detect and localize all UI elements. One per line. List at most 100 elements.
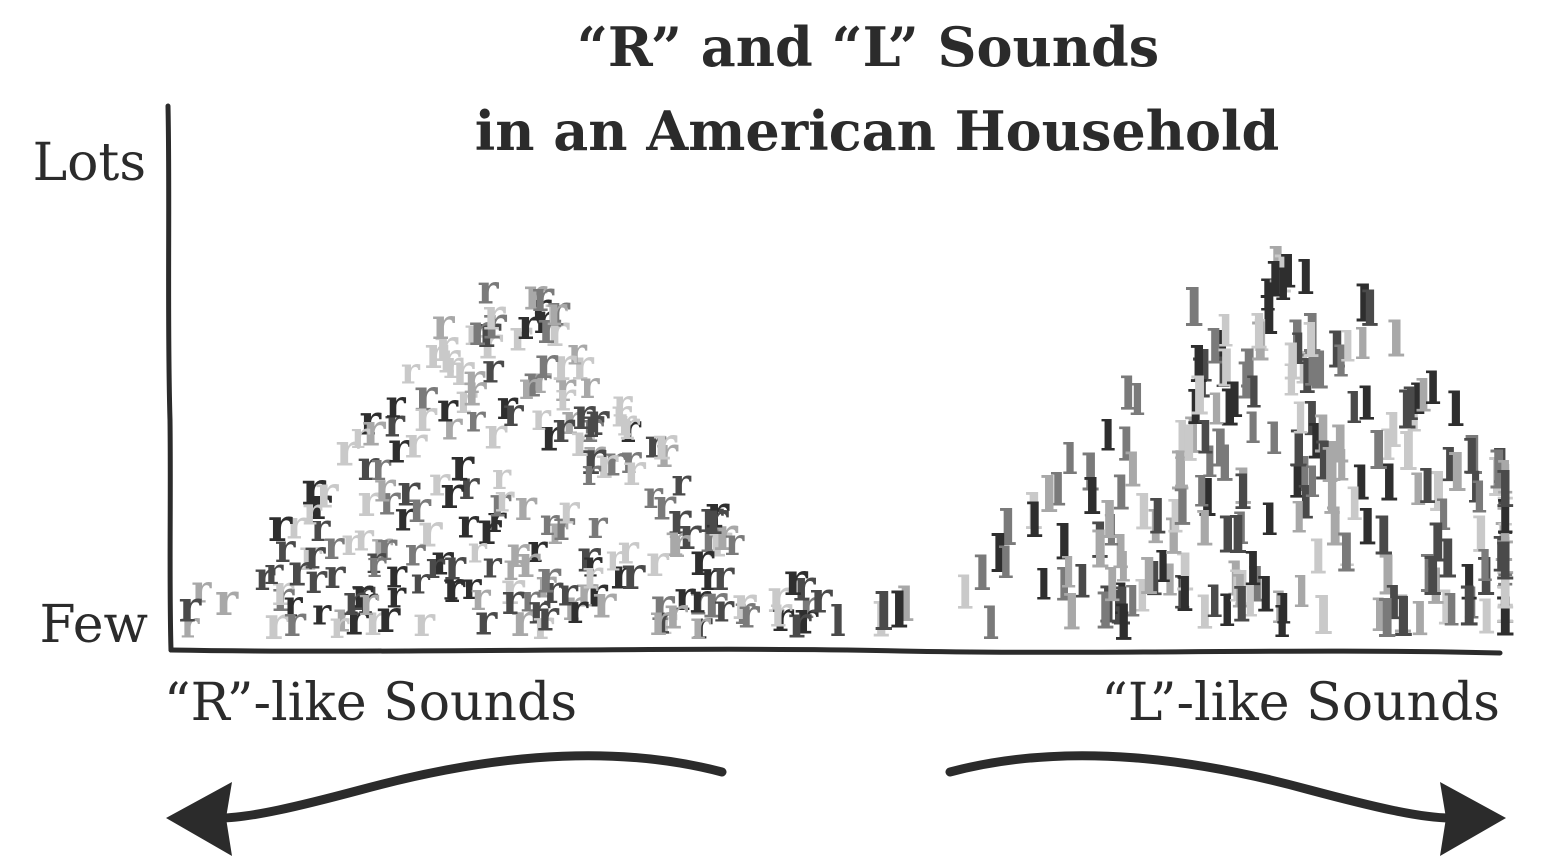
l-sound-mark: l (1036, 561, 1052, 609)
l-sound-mark: l (1274, 598, 1290, 647)
r-sound-mark: r (330, 603, 350, 647)
r-sound-mark: r (714, 586, 735, 631)
r-sound-mark: r (690, 533, 715, 586)
l-sound-mark: l (1139, 548, 1158, 606)
l-sound-mark: l (1225, 374, 1243, 429)
l-sound-mark: l (1100, 413, 1116, 461)
l-sound-mark: l (1275, 261, 1291, 311)
y-axis-bottom-label: Few (39, 595, 148, 655)
l-sound-mark: l (1297, 251, 1314, 305)
r-sound-mark: r (646, 537, 670, 587)
l-sound-mark: l (1283, 334, 1302, 392)
l-sound-mark: l (1149, 491, 1167, 546)
r-sound-mark: r (386, 381, 407, 426)
l-sound-mark: l (1292, 395, 1308, 444)
l-sound-mark: l (1419, 460, 1436, 514)
l-sound-mark: l (1233, 579, 1251, 634)
r-sound-mark: r (515, 481, 538, 530)
r-sound-mark: r (377, 590, 402, 643)
l-sound-mark: l (1459, 578, 1479, 639)
r-sound-mark: r (374, 463, 397, 511)
l-sound-mark: l (1443, 587, 1459, 637)
r-sound-mark: r (471, 574, 492, 619)
l-sound-mark: l (1184, 279, 1203, 339)
r-sound-mark: r (264, 551, 284, 593)
l-sound-mark: l (1438, 530, 1457, 590)
r-sound-mark: r (405, 529, 426, 575)
l-sound-mark: l (1190, 367, 1209, 427)
l-sound-mark: l (1246, 368, 1262, 417)
r-sound-mark: r (653, 416, 678, 470)
l-sound-mark: l (1477, 542, 1493, 591)
l-sound-mark: l (1447, 444, 1466, 504)
l-sound-mark: l (1294, 568, 1310, 617)
l-sound-mark: l (1321, 439, 1338, 493)
r-sound-mark: r (429, 459, 451, 506)
l-sound-mark: l (1062, 586, 1080, 642)
l-sound-mark: l (1114, 596, 1132, 652)
r-sound-mark: r (623, 446, 647, 496)
l-sound-mark: l (1369, 422, 1388, 482)
right-arrow (945, 751, 1506, 856)
l-sound-mark: l (1173, 481, 1191, 537)
l-sound-mark: l (1309, 531, 1326, 585)
l-sound-mark: l (1291, 495, 1307, 543)
l-sound-mark: l (1119, 367, 1136, 420)
r-sound-mark: r (620, 403, 641, 448)
l-sound-mark: l (1337, 525, 1356, 585)
r-sound-mark: r (621, 547, 646, 600)
r-sound-mark: r (359, 579, 380, 624)
r-sound-mark: r (468, 529, 488, 571)
r-sound-mark: r (770, 588, 793, 637)
r-sound-mark: r (669, 519, 692, 567)
left-arrow (166, 751, 727, 856)
r-sound-mark: r (450, 438, 475, 491)
chart: “R” and “L” Sounds in an American Househ… (0, 0, 1550, 868)
l-sound-mark: l (1374, 507, 1393, 567)
r-sound-mark: r (507, 528, 531, 578)
l-sound-marks: llllll lllllll lllllllllllll llll llllllllll… (830, 239, 1515, 652)
l-sound-mark: l (1387, 311, 1406, 369)
y-axis-line (165, 103, 174, 653)
l-sound-mark: l (1478, 590, 1495, 644)
r-sound-mark: r (288, 546, 312, 597)
r-sound-mark: r (537, 591, 560, 640)
l-sound-mark: l (890, 582, 909, 640)
l-sound-mark: l (1083, 468, 1102, 526)
x-axis-line (168, 646, 1503, 656)
r-sound-mark: r (438, 334, 461, 383)
l-sound-mark: l (1361, 282, 1379, 338)
r-sound-mark: r (268, 498, 293, 552)
r-sound-mark: r (650, 596, 674, 646)
r-sound-marks: rrrr rrrrrrrrrrrrrrrrrrrrrrrrrrrrrrrrrrrr… (179, 267, 834, 650)
l-sound-mark: l (1266, 415, 1282, 465)
l-sound-mark: l (1234, 466, 1252, 521)
r-sound-mark: r (503, 390, 524, 436)
r-sound-mark: r (284, 597, 307, 646)
chart-title-line1: “R” and “L” Sounds (577, 15, 1159, 79)
l-sound-mark: l (1424, 364, 1441, 415)
y-axis-top-label: Lots (33, 133, 146, 193)
l-sound-mark: l (1250, 305, 1268, 360)
x-label-l-sounds: “L”-like Sounds (1101, 673, 1500, 733)
chart-title-line2: in an American Household (475, 99, 1280, 163)
l-sound-mark: l (982, 599, 999, 650)
l-sound-mark: l (1112, 467, 1129, 521)
l-sound-mark: l (1399, 423, 1418, 483)
r-sound-mark: r (405, 419, 429, 469)
r-sound-mark: r (413, 598, 436, 646)
r-sound-mark: r (553, 403, 576, 452)
l-sound-mark: l (1471, 474, 1487, 523)
r-sound-mark: r (463, 365, 487, 416)
r-sound-mark: r (559, 486, 581, 533)
l-sound-mark: l (1025, 494, 1043, 549)
r-sound-mark: r (582, 553, 603, 599)
r-sound-mark: r (408, 483, 432, 533)
l-sound-mark: l (1340, 323, 1356, 371)
l-sound-mark: l (1377, 590, 1396, 650)
l-sound-mark: l (1062, 435, 1078, 484)
l-sound-mark: l (1302, 314, 1319, 368)
r-sound-mark: r (179, 583, 203, 633)
l-sound-mark: l (1261, 496, 1277, 546)
r-sound-mark: r (444, 565, 466, 612)
